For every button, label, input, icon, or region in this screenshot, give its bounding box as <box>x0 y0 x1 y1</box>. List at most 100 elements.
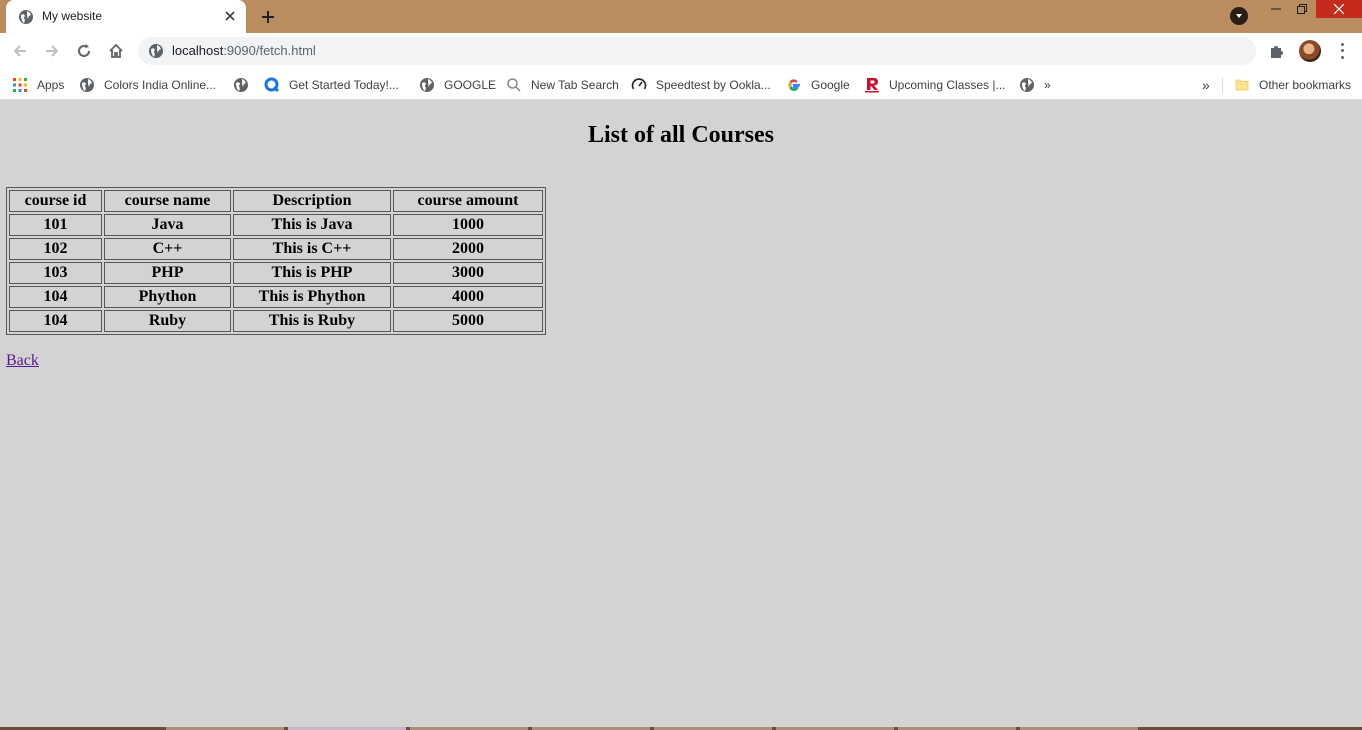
bookmark-label: Speedtest by Ookla... <box>656 78 771 92</box>
header-description: Description <box>233 190 391 212</box>
back-button[interactable] <box>8 39 32 63</box>
close-icon <box>1334 4 1344 14</box>
table-header-row: course id course name Description course… <box>9 190 543 212</box>
bookmark-label: Upcoming Classes |... <box>889 78 1006 92</box>
cell-course-amount: 5000 <box>393 310 543 332</box>
header-course-name: course name <box>104 190 231 212</box>
q-logo-icon <box>264 77 280 93</box>
tab-search-button[interactable] <box>1230 7 1248 25</box>
url-path: :9090/fetch.html <box>223 43 316 58</box>
menu-dot <box>1340 42 1344 46</box>
page-content: List of all Courses course id course nam… <box>0 101 1362 727</box>
bookmark-colors-india[interactable]: Colors India Online... <box>79 75 216 95</box>
speedometer-icon <box>631 78 647 90</box>
plus-icon <box>262 11 274 23</box>
cell-course-id: 103 <box>9 262 102 284</box>
cell-course-id: 101 <box>9 214 102 236</box>
home-icon <box>109 43 123 58</box>
bookmark-label: » <box>1044 78 1051 92</box>
reload-icon <box>78 44 90 57</box>
cell-course-amount: 2000 <box>393 238 543 260</box>
cell-course-id: 104 <box>9 310 102 332</box>
cell-course-name: C++ <box>104 238 231 260</box>
page-heading: List of all Courses <box>588 122 774 148</box>
restore-icon <box>1297 4 1307 14</box>
globe-icon <box>149 44 163 58</box>
table-row: 103 PHP This is PHP 3000 <box>9 262 543 284</box>
menu-dot <box>1340 56 1344 60</box>
cell-description: This is C++ <box>233 238 391 260</box>
minimize-icon <box>1271 8 1281 10</box>
url-host: localhost <box>172 43 224 58</box>
google-g-icon <box>788 79 800 92</box>
cell-course-id: 102 <box>9 238 102 260</box>
bookmark-other-bookmarks[interactable]: Other bookmarks <box>1234 75 1351 95</box>
cell-description: This is Ruby <box>233 310 391 332</box>
cell-course-amount: 3000 <box>393 262 543 284</box>
courses-table: course id course name Description course… <box>6 187 546 335</box>
bookmark-apps[interactable]: Apps <box>12 75 64 95</box>
r-logo-icon <box>865 78 879 93</box>
search-icon <box>507 78 521 92</box>
bookmark-more-inline[interactable]: » <box>1019 75 1051 95</box>
header-course-amount: course amount <box>393 190 543 212</box>
cell-course-name: Ruby <box>104 310 231 332</box>
table-row: 104 Ruby This is Ruby 5000 <box>9 310 543 332</box>
bookmark-label: Colors India Online... <box>104 78 217 92</box>
browser-tab[interactable]: My website <box>6 0 246 33</box>
cell-course-id: 104 <box>9 286 102 308</box>
apps-grid-icon <box>13 78 27 92</box>
menu-dot <box>1340 49 1344 53</box>
bookmark-label: Other bookmarks <box>1259 78 1352 92</box>
table-row: 102 C++ This is C++ 2000 <box>9 238 543 260</box>
home-button[interactable] <box>104 39 128 63</box>
overflow-chevron-icon: » <box>1202 77 1210 93</box>
close-window-button[interactable] <box>1316 0 1362 18</box>
chevron-down-icon <box>1236 14 1242 18</box>
bookmark-get-started[interactable]: Get Started Today!... <box>264 75 399 95</box>
bookmark-label: Google <box>811 78 850 92</box>
folder-icon <box>1235 79 1249 91</box>
table-row: 104 Phython This is Phython 4000 <box>9 286 543 308</box>
reload-button[interactable] <box>72 39 96 63</box>
new-tab-button[interactable] <box>256 5 280 29</box>
bookmark-label: Get Started Today!... <box>289 78 399 92</box>
arrow-left-icon <box>13 45 26 57</box>
bookmark-google[interactable]: Google <box>786 75 850 95</box>
close-tab-icon[interactable] <box>222 8 238 24</box>
bookmark-new-tab-search[interactable]: New Tab Search <box>506 75 619 95</box>
globe-icon <box>234 78 248 92</box>
tab-title: My website <box>42 9 103 23</box>
bookmark-upcoming-classes[interactable]: Upcoming Classes |... <box>864 75 1006 95</box>
cell-description: This is Phython <box>233 286 391 308</box>
browser-toolbar: localhost:9090/fetch.html <box>0 33 1362 69</box>
bookmark-label: GOOGLE <box>444 78 497 92</box>
cell-course-amount: 4000 <box>393 286 543 308</box>
bookmarks-bar: Apps Colors India Online... Get Started … <box>0 69 1362 100</box>
forward-button[interactable] <box>40 39 64 63</box>
profile-avatar[interactable] <box>1299 40 1321 62</box>
cell-description: This is PHP <box>233 262 391 284</box>
bookmark-google-caps[interactable]: GOOGLE <box>419 75 496 95</box>
globe-icon <box>420 78 434 92</box>
bookmark-label: Apps <box>37 78 65 92</box>
cell-course-name: Phython <box>104 286 231 308</box>
arrow-right-icon <box>46 45 59 57</box>
url-text: localhost:9090/fetch.html <box>172 44 316 58</box>
bookmark-speedtest[interactable]: Speedtest by Ookla... <box>631 75 771 95</box>
bookmarks-divider <box>1222 77 1223 93</box>
cell-course-amount: 1000 <box>393 214 543 236</box>
browser-menu-button[interactable] <box>1334 41 1350 61</box>
bookmarks-overflow-button[interactable]: » <box>1202 75 1210 95</box>
bookmark-label: New Tab Search <box>531 78 619 92</box>
table-row: 101 Java This is Java 1000 <box>9 214 543 236</box>
address-bar[interactable]: localhost:9090/fetch.html <box>138 37 1256 65</box>
cell-course-name: PHP <box>104 262 231 284</box>
back-link[interactable]: Back <box>6 352 39 370</box>
globe-icon <box>19 10 33 24</box>
globe-icon <box>1020 78 1034 92</box>
cell-description: This is Java <box>233 214 391 236</box>
bookmark-untitled[interactable] <box>233 75 258 95</box>
extensions-puzzle-icon[interactable] <box>1268 42 1286 60</box>
header-course-id: course id <box>9 190 102 212</box>
